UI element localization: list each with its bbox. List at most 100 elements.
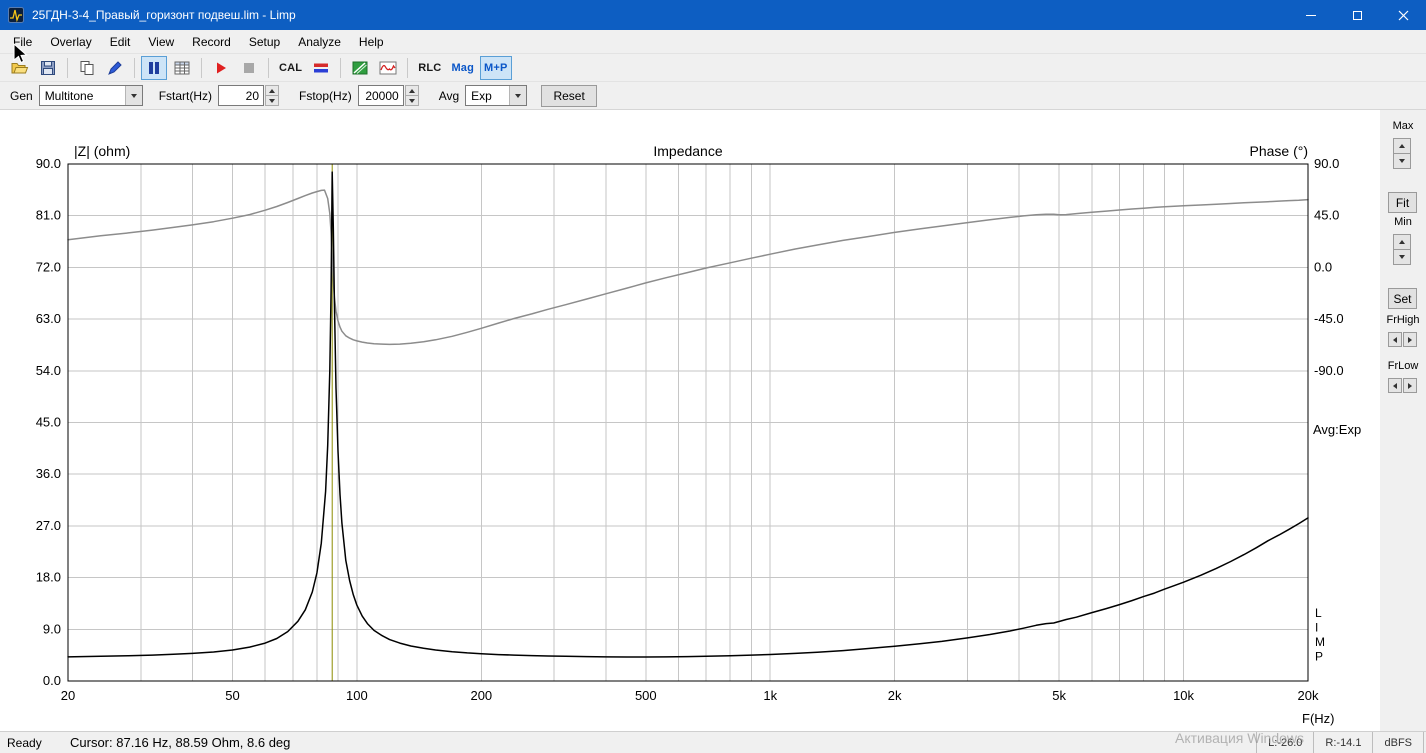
set-button[interactable]: Set <box>1388 288 1417 309</box>
x-tick-label: 200 <box>470 688 492 703</box>
max-up-button[interactable] <box>1393 138 1411 154</box>
menu-help[interactable]: Help <box>350 31 393 53</box>
chart-panel: 90.0 81.0 72.0 63.0 54.0 45.0 36.0 27.0 18.0 9.0 0… <box>0 110 1380 731</box>
menu-overlay[interactable]: Overlay <box>41 31 100 53</box>
max-down-button[interactable] <box>1393 153 1411 169</box>
min-up-button[interactable] <box>1393 234 1411 250</box>
toolbar-separator <box>407 57 409 78</box>
close-button[interactable] <box>1380 0 1426 30</box>
avg-mode-annotation: Avg:Exp <box>1313 422 1361 437</box>
frlow-arrows <box>1388 378 1417 393</box>
arrow-down-icon <box>1399 159 1405 163</box>
limp-logo-letter: I <box>1315 621 1318 635</box>
menu-setup[interactable]: Setup <box>240 31 289 53</box>
copy-button[interactable] <box>74 56 100 80</box>
menu-analyze[interactable]: Analyze <box>289 31 350 53</box>
level-units: dBFS <box>1372 732 1424 753</box>
frhigh-arrows <box>1388 332 1417 347</box>
min-down-button[interactable] <box>1393 249 1411 265</box>
max-label: Max <box>1392 120 1414 132</box>
window-title: 25ГДН-3-4_Правый_горизонт подвеш.lim - L… <box>32 8 296 22</box>
status-bar: Ready Cursor: 87.16 Hz, 88.59 Ohm, 8.6 d… <box>0 731 1426 753</box>
rlc-label: RLC <box>418 61 442 74</box>
fstop-down-button[interactable] <box>404 95 419 106</box>
series-impedance <box>67 171 1309 658</box>
maximize-button[interactable] <box>1334 0 1380 30</box>
chevron-down-icon[interactable] <box>509 86 527 105</box>
reset-button[interactable]: Reset <box>541 84 598 107</box>
fstop-stepper[interactable]: 20000 <box>357 85 419 106</box>
open-file-button[interactable] <box>7 56 33 80</box>
open-folder-icon <box>11 62 29 73</box>
menu-view[interactable]: View <box>139 31 183 53</box>
signal-waveform-button[interactable] <box>375 56 401 80</box>
play-icon <box>217 62 226 73</box>
app-icon <box>8 7 24 23</box>
stop-icon <box>244 62 254 73</box>
copy-icon <box>80 60 94 75</box>
avg-label: Avg <box>438 88 460 103</box>
frlow-left-button[interactable] <box>1388 378 1402 393</box>
spectrum-button[interactable] <box>347 56 373 80</box>
x-tick-label: 5k <box>1052 688 1066 703</box>
y-left-tick-label: 0.0 <box>43 673 61 688</box>
fstart-stepper[interactable]: 20 <box>218 85 280 106</box>
pen-tool-button[interactable] <box>102 56 128 80</box>
y-left-tick-label: 9.0 <box>43 621 61 636</box>
y-right-tick-label: -45.0 <box>1314 311 1344 326</box>
y-left-tick-label: 63.0 <box>36 311 61 326</box>
arrow-up-icon <box>1399 240 1405 244</box>
chart-title: Impedance <box>653 143 722 159</box>
pause-button[interactable] <box>141 55 167 80</box>
menu-file[interactable]: File <box>4 31 41 53</box>
level-meter-button[interactable] <box>308 56 334 80</box>
menu-bar: File Overlay Edit View Record Setup Anal… <box>0 30 1426 54</box>
stop-button[interactable] <box>236 56 262 80</box>
arrow-up-icon <box>408 88 415 93</box>
averaging-select[interactable]: Exp <box>465 85 528 106</box>
spectrum-icon <box>352 61 368 74</box>
table-icon <box>174 61 190 74</box>
magnitude-button[interactable]: Mag <box>447 56 478 80</box>
magnitude-phase-button[interactable]: M+P <box>480 55 512 80</box>
close-icon <box>1398 10 1408 20</box>
data-table-button[interactable] <box>169 56 195 80</box>
fstart-label: Fstart(Hz) <box>158 88 213 103</box>
averaging-value: Exp <box>471 88 492 103</box>
y-right-tick-label: 0.0 <box>1314 259 1332 274</box>
rlc-button[interactable]: RLC <box>414 56 445 80</box>
menu-edit[interactable]: Edit <box>101 31 140 53</box>
chevron-down-icon[interactable] <box>124 86 142 105</box>
title-bar: 25ГДН-3-4_Правый_горизонт подвеш.lim - L… <box>0 0 1426 30</box>
x-tick-label: 20k <box>1298 688 1319 703</box>
toolbar-separator <box>268 57 269 78</box>
frlow-right-button[interactable] <box>1403 378 1417 393</box>
calibrate-button[interactable]: CAL <box>275 56 306 80</box>
limp-logo-letter: L <box>1315 606 1322 620</box>
generator-select[interactable]: Multitone <box>38 85 143 106</box>
y-right-tick-label: 90.0 <box>1314 156 1339 171</box>
fstart-input[interactable]: 20 <box>218 85 265 106</box>
frhigh-right-button[interactable] <box>1403 332 1417 347</box>
x-tick-label: 10k <box>1173 688 1194 703</box>
save-button[interactable] <box>35 56 61 80</box>
arrow-left-icon <box>1393 382 1397 389</box>
scale-control-panel: Max Fit Min Set FrHigh FrLow <box>1380 110 1426 731</box>
fstart-down-button[interactable] <box>265 95 280 106</box>
impedance-chart[interactable]: 90.0 81.0 72.0 63.0 54.0 45.0 36.0 27.0 18.0 9.0 0… <box>0 110 1380 731</box>
x-tick-label: 50 <box>225 688 239 703</box>
frhigh-left-button[interactable] <box>1388 332 1402 347</box>
limp-logo-letter: M <box>1315 635 1325 649</box>
record-play-button[interactable] <box>208 56 234 80</box>
x-tick-label: 100 <box>346 688 368 703</box>
left-channel-level: L:-26.0 <box>1256 732 1313 753</box>
min-spinner <box>1393 234 1411 265</box>
fit-button[interactable]: Fit <box>1388 192 1417 213</box>
fstop-input[interactable]: 20000 <box>357 85 404 106</box>
pen-icon <box>108 60 122 75</box>
minimize-button[interactable] <box>1288 0 1334 30</box>
maximize-icon <box>1352 10 1362 20</box>
save-icon <box>41 60 55 75</box>
menu-record[interactable]: Record <box>183 31 240 53</box>
toolbar-separator <box>201 57 202 78</box>
